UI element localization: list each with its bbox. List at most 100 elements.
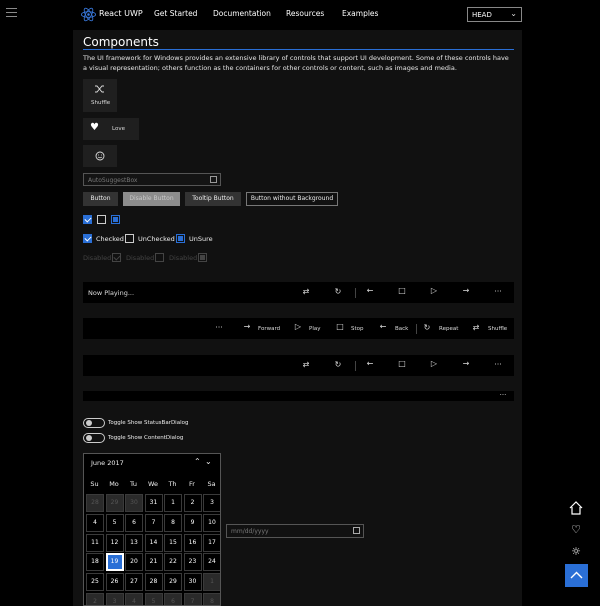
tooltip-button[interactable]: Tooltip Button — [185, 192, 241, 206]
repeat-icon[interactable]: ↻ — [332, 287, 344, 296]
emoji-tile-button[interactable] — [83, 145, 117, 167]
checkbox-checked-labeled[interactable] — [83, 234, 92, 243]
shuffle-label[interactable]: Shuffle — [488, 326, 507, 332]
nav-examples[interactable]: Examples — [342, 9, 378, 18]
repeat-icon[interactable]: ↻ — [332, 360, 344, 369]
calendar-day[interactable]: 20 — [125, 553, 143, 572]
home-icon[interactable] — [566, 498, 586, 518]
calendar-day[interactable]: 2 — [86, 593, 104, 605]
calendar-day[interactable]: 15 — [164, 533, 182, 552]
checkbox-unsure-labeled[interactable] — [176, 234, 185, 243]
back-icon[interactable]: ← — [364, 286, 376, 295]
button-without-background[interactable]: Button without Background — [246, 192, 338, 206]
stop-icon[interactable]: □ — [396, 359, 408, 368]
shuffle-icon[interactable]: ⇄ — [470, 323, 482, 332]
calendar-day[interactable]: 29 — [105, 494, 124, 512]
calendar-day[interactable]: 21 — [144, 553, 163, 572]
play-label[interactable]: Play — [309, 326, 320, 332]
chevron-up-icon[interactable]: ⌃ — [194, 457, 201, 466]
calendar-day[interactable]: 27 — [125, 573, 143, 592]
calendar-day[interactable]: 30 — [183, 573, 202, 592]
calendar-day[interactable]: 6 — [125, 513, 143, 532]
shuffle-tile-button[interactable]: Shuffle — [83, 79, 117, 112]
shuffle-icon[interactable]: ⇄ — [300, 360, 312, 369]
stop-icon[interactable]: □ — [334, 322, 346, 331]
calendar-day-today[interactable]: 19 — [105, 553, 124, 572]
sun-icon[interactable]: ☼ — [566, 542, 586, 562]
calendar-day[interactable]: 29 — [164, 573, 182, 592]
repeat-label[interactable]: Repeat — [439, 326, 458, 332]
toggle-content-dialog[interactable] — [83, 433, 105, 443]
shuffle-icon[interactable]: ⇄ — [300, 287, 312, 296]
scroll-to-top-button[interactable] — [565, 564, 588, 587]
calendar-day[interactable]: 17 — [203, 533, 220, 552]
calendar-day[interactable]: 25 — [86, 573, 104, 592]
nav-documentation[interactable]: Documentation — [213, 9, 271, 18]
more-icon[interactable]: ··· — [492, 287, 504, 296]
back-icon[interactable]: ← — [364, 359, 376, 368]
checkbox-unsure[interactable] — [111, 215, 120, 224]
date-picker[interactable]: mm/dd/yyyy — [226, 524, 364, 538]
back-icon[interactable]: ← — [377, 322, 389, 331]
calendar-day[interactable]: 30 — [125, 494, 143, 512]
calendar-day[interactable]: 10 — [203, 513, 220, 532]
play-icon[interactable]: ▷ — [428, 359, 440, 368]
calendar-day[interactable]: 7 — [183, 593, 202, 605]
button[interactable]: Button — [83, 192, 118, 206]
react-logo-icon[interactable] — [80, 5, 97, 24]
calendar-day[interactable]: 18 — [86, 553, 104, 572]
love-tile-button[interactable]: ♥ Love — [83, 118, 139, 140]
calendar-day[interactable]: 2 — [183, 494, 202, 512]
calendar-day[interactable]: 12 — [105, 533, 124, 552]
calendar-day[interactable]: 14 — [144, 533, 163, 552]
calendar-day[interactable]: 6 — [164, 593, 182, 605]
nav-resources[interactable]: Resources — [286, 9, 324, 18]
play-icon[interactable]: ▷ — [428, 286, 440, 295]
checkbox-checked[interactable] — [83, 215, 92, 224]
forward-icon[interactable]: → — [460, 359, 472, 368]
calendar-day[interactable]: 4 — [125, 593, 143, 605]
calendar-day[interactable]: 24 — [203, 553, 220, 572]
more-icon[interactable]: ··· — [492, 360, 504, 369]
calendar-day[interactable]: 7 — [144, 513, 163, 532]
stop-icon[interactable]: □ — [396, 286, 408, 295]
calendar-day[interactable]: 4 — [86, 513, 104, 532]
repeat-icon[interactable]: ↻ — [421, 323, 433, 332]
calendar-day[interactable]: 31 — [144, 494, 163, 512]
hamburger-menu-icon[interactable] — [6, 8, 18, 18]
calendar-day[interactable]: 28 — [86, 494, 104, 512]
calendar-day[interactable]: 22 — [164, 553, 182, 572]
calendar-day[interactable]: 3 — [105, 593, 124, 605]
heart-icon[interactable]: ♡ — [566, 520, 586, 540]
calendar-day[interactable]: 3 — [203, 494, 220, 512]
version-select[interactable]: HEAD ⌄ — [467, 7, 522, 22]
calendar-day[interactable]: 11 — [86, 533, 104, 552]
checkbox-unchecked-labeled[interactable] — [125, 234, 134, 243]
forward-label[interactable]: Forward — [258, 326, 280, 332]
calendar-day[interactable]: 26 — [105, 573, 124, 592]
back-label[interactable]: Back — [395, 326, 408, 332]
calendar-day[interactable]: 8 — [164, 513, 182, 532]
calendar-day[interactable]: 1 — [203, 573, 220, 592]
calendar-day[interactable]: 5 — [105, 513, 124, 532]
nav-get-started[interactable]: Get Started — [154, 9, 197, 18]
more-icon[interactable]: ··· — [497, 391, 509, 399]
forward-icon[interactable]: → — [241, 322, 253, 331]
calendar-day[interactable]: 1 — [164, 494, 182, 512]
play-icon[interactable]: ▷ — [292, 322, 304, 331]
calendar-day[interactable]: 16 — [183, 533, 202, 552]
brand-name[interactable]: React UWP — [99, 9, 143, 18]
checkbox-unchecked[interactable] — [97, 215, 106, 224]
calendar-day[interactable]: 23 — [183, 553, 202, 572]
calendar-day[interactable]: 13 — [125, 533, 143, 552]
more-icon[interactable]: ··· — [213, 323, 225, 332]
calendar-day[interactable]: 8 — [203, 593, 220, 605]
toggle-statusbar-dialog[interactable] — [83, 418, 105, 428]
stop-label[interactable]: Stop — [351, 326, 364, 332]
chevron-down-icon[interactable]: ⌄ — [205, 457, 212, 466]
forward-icon[interactable]: → — [460, 286, 472, 295]
calendar-day[interactable]: 28 — [144, 573, 163, 592]
autosuggest-box[interactable]: AutoSuggestBox — [83, 173, 221, 186]
calendar-month-label[interactable]: June 2017 — [91, 459, 124, 467]
calendar-day[interactable]: 9 — [183, 513, 202, 532]
